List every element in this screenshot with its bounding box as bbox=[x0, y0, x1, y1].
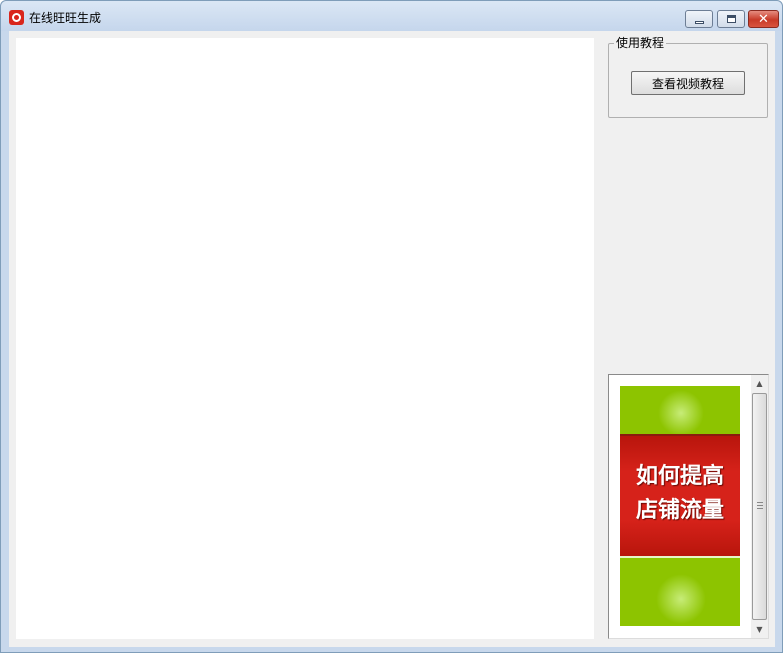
ad-panel: 如何提高 店铺流量 ▲ ▼ bbox=[608, 374, 769, 639]
minimize-button[interactable] bbox=[685, 10, 713, 28]
maximize-button[interactable] bbox=[717, 10, 745, 28]
app-icon bbox=[9, 10, 24, 25]
client-area: 使用教程 查看视频教程 如何提高 店铺流量 ▲ ▼ bbox=[9, 31, 775, 647]
ad-glow-top bbox=[658, 390, 704, 436]
ad-red-band: 如何提高 店铺流量 bbox=[620, 434, 740, 558]
view-video-tutorial-button[interactable]: 查看视频教程 bbox=[631, 71, 745, 95]
ad-banner[interactable]: 如何提高 店铺流量 bbox=[620, 386, 740, 626]
scroll-down-arrow-icon[interactable]: ▼ bbox=[751, 621, 768, 638]
ad-glow-bottom bbox=[656, 574, 706, 624]
close-icon: ✕ bbox=[758, 11, 769, 27]
tutorial-group: 使用教程 查看视频教程 bbox=[608, 35, 768, 118]
minimize-icon bbox=[694, 20, 704, 24]
ad-text-line1: 如何提高 bbox=[635, 464, 724, 489]
ad-text-line2: 店铺流量 bbox=[635, 498, 724, 523]
title-bar[interactable]: 在线旺旺生成 ✕ bbox=[1, 1, 782, 31]
maximize-icon bbox=[726, 15, 736, 23]
tutorial-group-label: 使用教程 bbox=[614, 35, 667, 51]
scroll-grip-icon bbox=[757, 502, 763, 509]
ad-scrollbar[interactable]: ▲ ▼ bbox=[751, 375, 768, 638]
web-content-area[interactable] bbox=[16, 38, 594, 639]
window-title: 在线旺旺生成 bbox=[29, 11, 102, 25]
app-window: 在线旺旺生成 ✕ 使用教程 查看视频教程 如何提高 店铺流量 ▲ ▼ bbox=[0, 0, 783, 653]
scroll-up-arrow-icon[interactable]: ▲ bbox=[751, 375, 768, 392]
scroll-thumb[interactable] bbox=[752, 393, 767, 620]
close-button[interactable]: ✕ bbox=[748, 10, 779, 28]
